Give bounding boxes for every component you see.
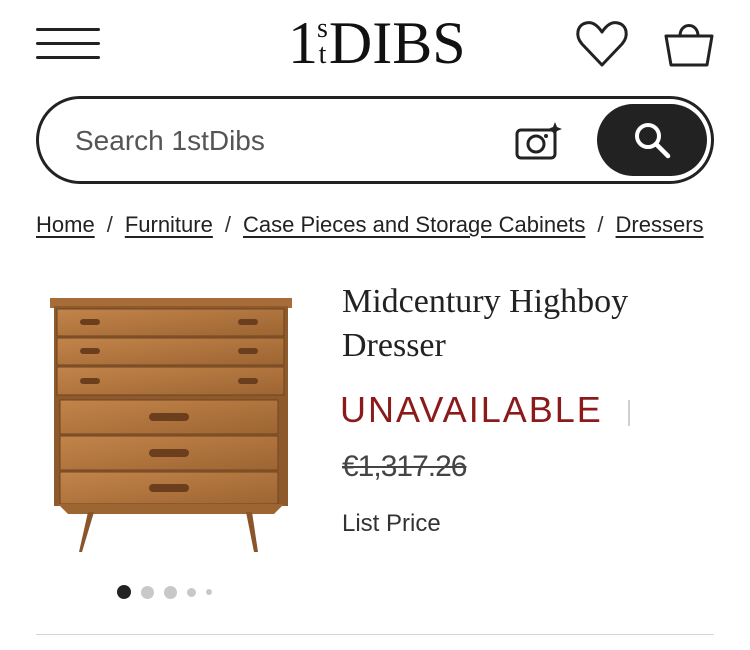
breadcrumb: Home / Furniture / Case Pieces and Storage C…: [36, 210, 716, 244]
breadcrumb-furniture[interactable]: Furniture: [125, 212, 213, 237]
breadcrumb-separator: /: [106, 212, 113, 237]
product-title: Midcentury Highboy Dresser: [342, 283, 629, 364]
logo-dibs: DIBS: [328, 10, 466, 76]
carousel-dot[interactable]: [206, 589, 212, 595]
logo-st: s t: [317, 15, 328, 70]
heart-icon[interactable]: [574, 18, 630, 70]
product-image[interactable]: [48, 290, 294, 558]
breadcrumb-home[interactable]: Home: [36, 212, 95, 237]
availability-status: UNAVAILABLE: [340, 389, 603, 430]
section-divider: [36, 634, 714, 635]
header: 1 s t DIBS: [0, 0, 750, 90]
shopping-bag-icon[interactable]: [662, 16, 716, 70]
carousel-dot[interactable]: [187, 587, 196, 597]
breadcrumb-dressers[interactable]: Dressers: [616, 212, 704, 237]
availability-divider: [628, 400, 630, 426]
breadcrumb-case-pieces[interactable]: Case Pieces and Storage Cabinets: [243, 212, 585, 237]
carousel-dot[interactable]: [141, 585, 154, 599]
search-button[interactable]: [597, 104, 707, 176]
carousel-dot[interactable]: [117, 585, 131, 599]
menu-icon-line: [36, 28, 100, 31]
breadcrumb-separator: /: [224, 212, 231, 237]
menu-icon[interactable]: [36, 26, 100, 62]
search-input[interactable]: [75, 121, 495, 161]
logo-t: t: [318, 39, 327, 70]
camera-sparkle-icon[interactable]: [515, 121, 563, 161]
price-label: List Price: [342, 510, 441, 537]
menu-icon-line: [36, 42, 100, 45]
breadcrumb-separator: /: [597, 212, 604, 237]
logo[interactable]: 1 s t DIBS: [288, 10, 466, 76]
carousel-dots: [117, 583, 222, 601]
old-price: €1,317.26: [342, 450, 467, 483]
carousel-dot[interactable]: [164, 585, 177, 599]
menu-icon-line: [36, 56, 100, 59]
logo-one: 1: [288, 10, 318, 76]
search-bar: [36, 96, 714, 184]
search-icon: [635, 123, 671, 159]
